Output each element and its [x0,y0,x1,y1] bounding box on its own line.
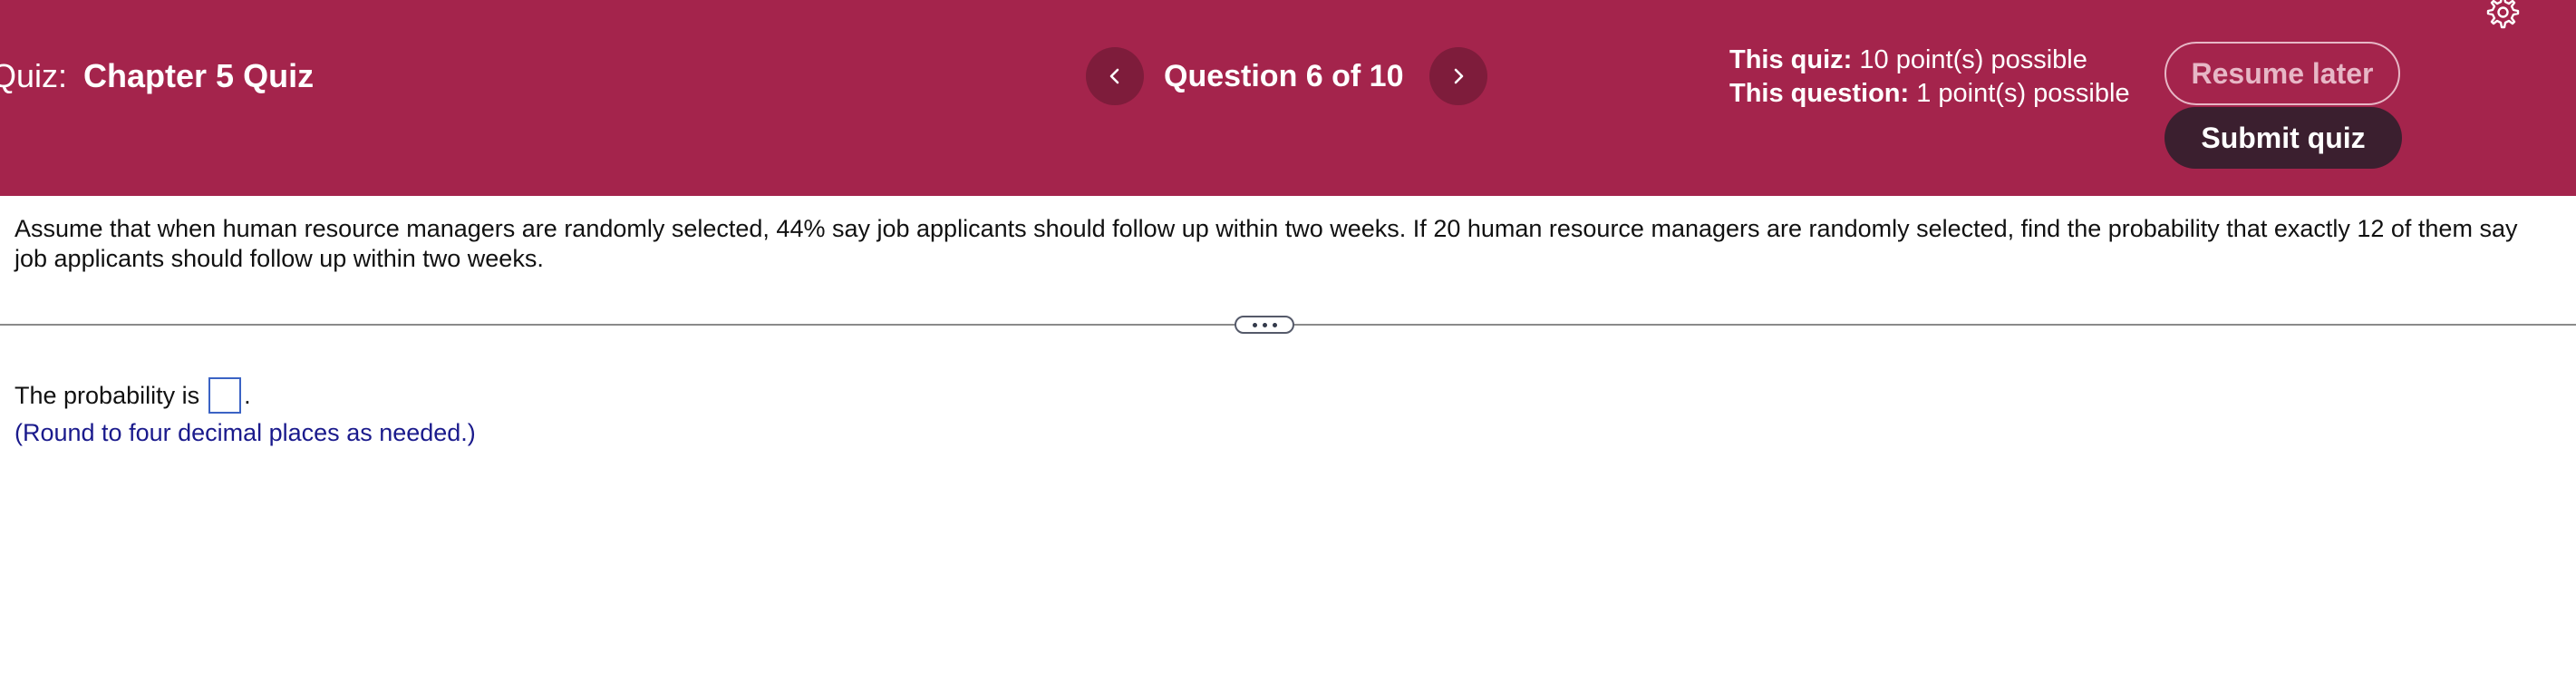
quiz-title-name: Chapter 5 Quiz [83,57,315,94]
question-navigation: Question 6 of 10 [1086,47,1487,105]
submit-quiz-button[interactable]: Submit quiz [2164,107,2402,169]
rounding-hint: (Round to four decimal places as needed.… [15,419,476,446]
gear-icon [2486,0,2520,29]
next-question-button[interactable] [1428,47,1487,105]
previous-question-button[interactable] [1086,47,1144,105]
question-counter: Question 6 of 10 [1164,58,1404,93]
answer-suffix: . [244,382,251,409]
more-dot [1252,322,1257,327]
answer-line: The probability is . [15,376,251,415]
answer-input[interactable] [208,377,242,414]
chevron-right-icon [1454,68,1463,84]
question-points-value: 1 point(s) possible [1909,79,2130,108]
more-dot [1262,322,1267,327]
quiz-points: This quiz: 10 point(s) possible [1729,44,2130,77]
answer-prefix: The probability is [15,382,200,409]
question-text: Assume that when human resource managers… [15,215,2518,272]
quiz-points-label: This quiz: [1729,45,1853,74]
settings-button[interactable] [2484,0,2520,29]
quiz-points-value: 10 point(s) possible [1852,45,2087,74]
resume-later-button[interactable]: Resume later [2164,42,2400,105]
quiz-title: Quiz: Chapter 5 Quiz [0,54,314,98]
expand-divider-button[interactable] [1235,316,1294,334]
quiz-title-prefix: Quiz: [0,57,68,94]
quiz-header: Quiz: Chapter 5 Quiz Question 6 of 10 Thi… [0,0,2576,196]
chevron-left-icon [1109,68,1119,84]
question-points-label: This question: [1729,79,1910,108]
more-dot [1272,322,1277,327]
points-info: This quiz: 10 point(s) possible This que… [1729,44,2130,111]
question-points: This question: 1 point(s) possible [1729,77,2130,111]
